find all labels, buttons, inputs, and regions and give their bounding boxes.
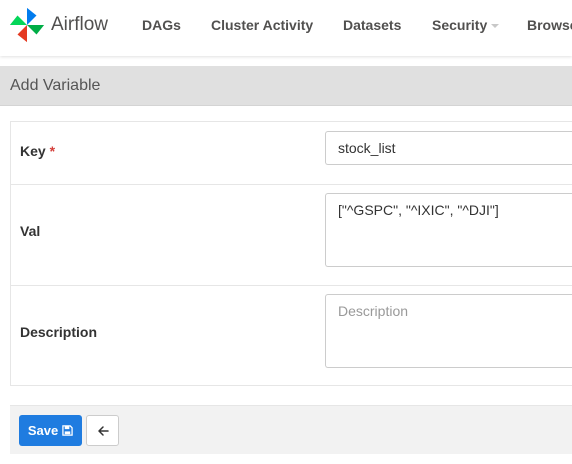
nav-item-security[interactable]: Security [432, 17, 500, 33]
val-label: Val [20, 223, 41, 239]
form-row-val: Val ["^GSPC", "^IXIC", "^DJI"] [11, 184, 572, 285]
page-title: Add Variable [10, 77, 101, 94]
airflow-logo-icon [9, 7, 45, 43]
form-actions: Save [10, 405, 572, 454]
description-label: Description [20, 324, 98, 340]
floppy-disk-icon [62, 425, 73, 436]
form-row-description: Description Description [11, 285, 572, 387]
nav-item-cluster-activity[interactable]: Cluster Activity [211, 17, 313, 33]
description-textarea[interactable]: Description [325, 294, 572, 368]
val-textarea[interactable]: ["^GSPC", "^IXIC", "^DJI"] [325, 193, 572, 267]
nav-item-datasets[interactable]: Datasets [343, 17, 401, 33]
nav-item-security-label: Security [432, 17, 488, 33]
panel-heading: Add Variable [0, 66, 572, 106]
key-label-text: Key [20, 143, 46, 159]
form-row-key: Key * stock_list [11, 122, 572, 184]
back-button[interactable] [86, 415, 119, 446]
variable-form: Key * stock_list Val ["^GSPC", "^IXIC", … [10, 121, 572, 386]
arrow-left-icon [97, 425, 109, 436]
brand-name: Airflow [51, 14, 109, 35]
nav-item-browse[interactable]: Browse [527, 17, 572, 33]
key-input[interactable]: stock_list [325, 131, 572, 165]
required-marker: * [49, 143, 56, 159]
airflow-brand[interactable]: Airflow [8, 6, 108, 44]
nav-item-dags[interactable]: DAGs [142, 17, 181, 33]
save-button-label: Save [27, 423, 59, 438]
chevron-down-icon [491, 24, 500, 29]
key-label: Key * [20, 143, 55, 159]
save-button[interactable]: Save [19, 415, 82, 446]
top-navbar: Airflow DAGs Cluster Activity Datasets S… [0, 0, 572, 56]
